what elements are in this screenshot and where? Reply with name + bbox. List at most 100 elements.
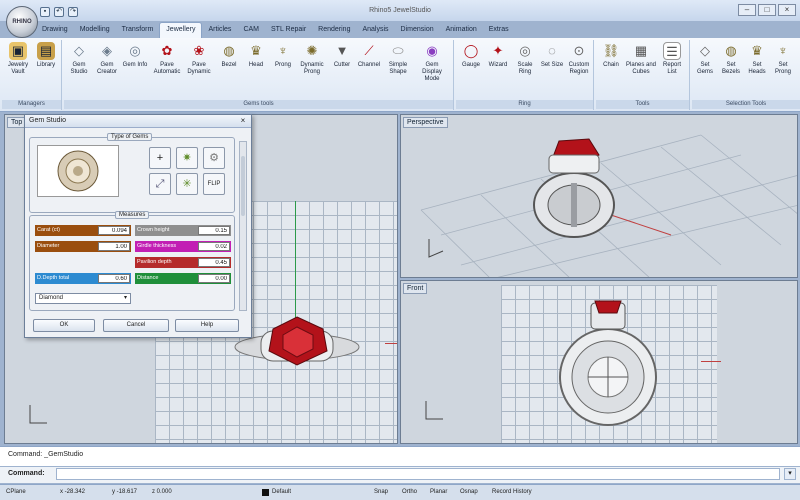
gem-tool-2[interactable]: ✷ bbox=[176, 147, 198, 169]
status-ortho[interactable]: Ortho bbox=[402, 485, 417, 500]
tab-jewellery[interactable]: Jewellery bbox=[159, 22, 203, 38]
girdle-thickness-input[interactable] bbox=[198, 242, 230, 251]
prong-button[interactable]: ♆ Prong bbox=[270, 42, 296, 92]
tab-drawing[interactable]: Drawing bbox=[36, 22, 74, 38]
material-select[interactable]: Diamond ▾ bbox=[35, 293, 131, 304]
tab-dimension[interactable]: Dimension bbox=[395, 22, 440, 38]
library-button[interactable]: ▤ Library bbox=[33, 42, 59, 92]
command-dropdown[interactable]: ▾ bbox=[784, 468, 796, 480]
set-gems-button[interactable]: ◇ Set Gems bbox=[692, 42, 718, 92]
title-bar: Rhino5 JewelStudio ▪ ↶ ↷ – □ × bbox=[0, 0, 800, 22]
viewport-front[interactable]: Front bbox=[400, 280, 798, 444]
library-icon: ▤ bbox=[37, 42, 55, 60]
top-axis-icon bbox=[29, 405, 47, 424]
set-bezels-button[interactable]: ◍ Set Bezels bbox=[718, 42, 744, 92]
gem-studio-button[interactable]: ◇ Gem Studio bbox=[66, 42, 92, 92]
gem-display-icon: ◉ bbox=[426, 43, 438, 58]
tab-modelling[interactable]: Modelling bbox=[74, 22, 116, 38]
tab-rendering[interactable]: Rendering bbox=[312, 22, 356, 38]
depth-total-field: D.Depth total bbox=[35, 273, 131, 284]
wizard-button[interactable]: ✦ Wizard bbox=[485, 42, 511, 92]
distance-input[interactable] bbox=[198, 274, 230, 283]
group-ring: ◯ Gauge ✦ Wizard ◎ Scale Ring ◌ Set Size ⊙ Cu… bbox=[456, 40, 594, 110]
tab-animation[interactable]: Animation bbox=[440, 22, 483, 38]
gauge-button[interactable]: ◯ Gauge bbox=[458, 42, 484, 92]
front-ring-model[interactable] bbox=[555, 295, 661, 437]
gem-studio-dialog: Gem Studio × Type of Gems + ✷ ⚙ ⤢ ✳ FLIP… bbox=[24, 114, 252, 338]
chain-button[interactable]: ⛓ Chain bbox=[598, 42, 624, 92]
minimize-button[interactable]: – bbox=[738, 4, 756, 16]
maximize-button[interactable]: □ bbox=[758, 4, 776, 16]
viewport-perspective[interactable]: Perspective bbox=[400, 114, 798, 278]
viewport-label-perspective[interactable]: Perspective bbox=[403, 117, 448, 128]
group-label-managers: Managers bbox=[2, 100, 61, 109]
channel-button[interactable]: ⟋ Channel bbox=[356, 42, 382, 92]
custom-region-button[interactable]: ⊙ Custom Region bbox=[566, 42, 592, 92]
carat-input[interactable] bbox=[98, 226, 130, 235]
set-heads-button[interactable]: ♛ Set Heads bbox=[744, 42, 770, 92]
tab-transform[interactable]: Transform bbox=[116, 22, 160, 38]
tab-stl-repair[interactable]: STL Repair bbox=[265, 22, 312, 38]
set-prongs-button[interactable]: ♆ Set Prong bbox=[770, 42, 796, 92]
gem-tool-3[interactable]: ⚙ bbox=[203, 147, 225, 169]
status-osnap[interactable]: Osnap bbox=[460, 485, 478, 500]
chevron-down-icon: ▾ bbox=[788, 470, 792, 477]
undo-icon[interactable]: ↶ bbox=[54, 7, 64, 17]
tab-extras[interactable]: Extras bbox=[483, 22, 515, 38]
pave-dynamic-button[interactable]: ❀ Pave Dynamic bbox=[184, 42, 214, 92]
status-layer[interactable]: Default bbox=[272, 485, 291, 500]
help-button[interactable]: Help bbox=[175, 319, 239, 332]
scrollbar-thumb[interactable] bbox=[241, 156, 245, 216]
pave-automatic-button[interactable]: ✿ Pave Automatic bbox=[152, 42, 182, 92]
diameter-field: Diameter bbox=[35, 241, 131, 252]
gem-tool-5[interactable]: ✳ bbox=[176, 173, 198, 195]
tab-cam[interactable]: CAM bbox=[237, 22, 265, 38]
wizard-icon: ✦ bbox=[492, 43, 504, 58]
ok-button[interactable]: OK bbox=[33, 319, 95, 332]
status-planar[interactable]: Planar bbox=[430, 485, 447, 500]
perspective-ring-model[interactable] bbox=[519, 133, 629, 243]
pavilion-depth-input[interactable] bbox=[198, 258, 230, 267]
diameter-input[interactable] bbox=[98, 242, 130, 251]
save-icon[interactable]: ▪ bbox=[40, 7, 50, 17]
close-button[interactable]: × bbox=[778, 4, 796, 16]
status-record-history[interactable]: Record History bbox=[492, 485, 532, 500]
crown-height-input[interactable] bbox=[198, 226, 230, 235]
tab-articles[interactable]: Articles bbox=[202, 22, 237, 38]
viewport-label-front[interactable]: Front bbox=[403, 283, 428, 294]
gem-info-button[interactable]: ◎ Gem Info bbox=[122, 42, 148, 92]
add-gem-tool[interactable]: + bbox=[149, 147, 171, 169]
head-button[interactable]: ♛ Head bbox=[243, 42, 269, 92]
status-snap[interactable]: Snap bbox=[374, 485, 388, 500]
dialog-close-button[interactable]: × bbox=[238, 116, 248, 126]
depth-total-input[interactable] bbox=[98, 274, 130, 283]
command-input[interactable] bbox=[56, 468, 780, 480]
planes-cubes-button[interactable]: ▦ Planes and Cubes bbox=[625, 42, 657, 92]
cancel-button[interactable]: Cancel bbox=[103, 319, 169, 332]
gem-info-icon: ◎ bbox=[129, 43, 141, 58]
dialog-scrollbar[interactable] bbox=[239, 141, 247, 311]
scale-ring-button[interactable]: ◎ Scale Ring bbox=[512, 42, 538, 92]
set-bezels-icon: ◍ bbox=[725, 43, 737, 58]
status-bar: CPlane x -28.342 y -18.617 z 0.000 Defau… bbox=[0, 484, 800, 500]
simple-shape-button[interactable]: ⬭ Simple Shape bbox=[383, 42, 413, 92]
cutter-button[interactable]: ▼ Cutter bbox=[329, 42, 355, 92]
plus-icon: + bbox=[156, 152, 164, 164]
gem-display-mode-button[interactable]: ◉ Gem Display Mode bbox=[415, 42, 449, 92]
chain-icon: ⛓ bbox=[602, 43, 620, 58]
gem-creator-button[interactable]: ◈ Gem Creator bbox=[94, 42, 120, 92]
redo-icon[interactable]: ↷ bbox=[68, 7, 78, 17]
bezel-button[interactable]: ◍ Bezel bbox=[216, 42, 242, 92]
app-logo[interactable]: RHINO bbox=[6, 6, 38, 38]
group-tools: ⛓ Chain ▦ Planes and Cubes ☰ Report List To… bbox=[596, 40, 690, 110]
dynamic-prong-button[interactable]: ✺ Dynamic Prong bbox=[297, 42, 327, 92]
report-list-button[interactable]: ☰ Report List bbox=[659, 42, 685, 92]
vault-icon: ▣ bbox=[9, 42, 27, 60]
gem-tool-4[interactable]: ⤢ bbox=[149, 173, 171, 195]
group-label-tools: Tools bbox=[596, 100, 689, 109]
flip-button[interactable]: FLIP bbox=[203, 173, 225, 195]
set-size-button[interactable]: ◌ Set Size bbox=[539, 42, 565, 92]
tab-analysis[interactable]: Analysis bbox=[356, 22, 394, 38]
jewelry-vault-button[interactable]: ▣ Jewelry Vault bbox=[5, 42, 31, 92]
gem-preview[interactable] bbox=[37, 145, 119, 197]
